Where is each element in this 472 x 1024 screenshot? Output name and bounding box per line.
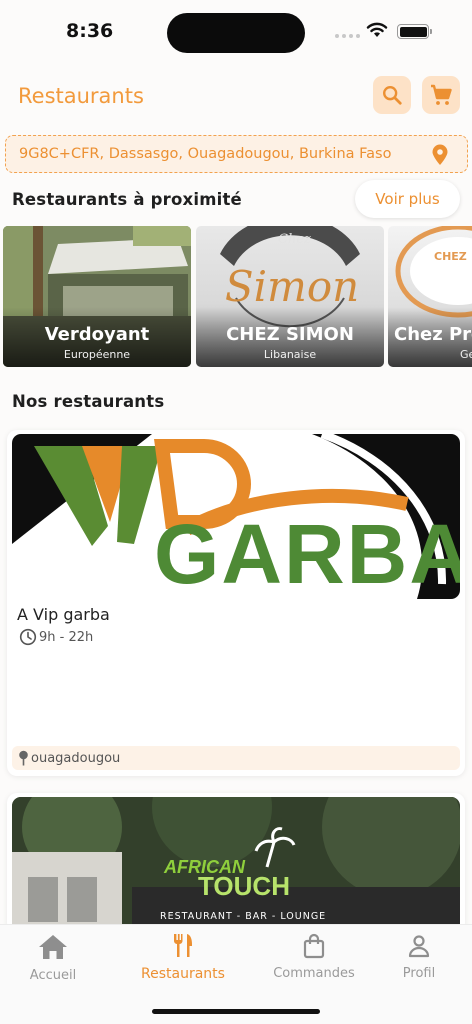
status-bar: 8:36 bbox=[0, 0, 472, 64]
african-touch-logo-b: TOUCH bbox=[198, 871, 290, 901]
nearby-card-cuisine: Ge bbox=[460, 348, 472, 361]
nearby-card[interactable]: Verdoyant Européenne bbox=[3, 226, 191, 367]
nearby-card-name: Chez Prés bbox=[394, 324, 472, 345]
nearby-section-title: Restaurants à proximité bbox=[12, 190, 242, 209]
restaurant-hours: 9h - 22h bbox=[19, 628, 93, 646]
tab-commandes[interactable]: Commandes bbox=[264, 933, 364, 981]
clock-icon bbox=[19, 628, 37, 646]
restaurant-banner: AFRICAN TOUCH RESTAURANT - BAR - LOUNGE bbox=[12, 797, 460, 933]
nearby-card[interactable]: CHEZ Chez Prés Ge bbox=[388, 226, 472, 367]
restaurant-card[interactable]: GARBA A Vip garba 9h - 22h ouagadougou bbox=[7, 430, 465, 776]
tab-label: Restaurants bbox=[141, 966, 225, 982]
cart-icon bbox=[431, 84, 452, 105]
location-address: 9G8C+CFR, Dassasgo, Ouagadougou, Burkina… bbox=[19, 146, 392, 162]
search-icon bbox=[383, 86, 402, 105]
tab-label: Profil bbox=[402, 966, 436, 981]
nearby-card-cuisine: Européenne bbox=[63, 348, 131, 361]
home-icon bbox=[39, 935, 67, 959]
restaurant-location: ouagadougou bbox=[12, 746, 460, 770]
see-more-button[interactable]: Voir plus bbox=[355, 180, 460, 218]
cellular-signal-icon bbox=[335, 34, 360, 38]
restaurant-city: ouagadougou bbox=[31, 750, 121, 766]
tab-label: Commandes bbox=[273, 966, 355, 981]
restaurant-banner: GARBA bbox=[12, 434, 460, 599]
african-touch-tagline: RESTAURANT - BAR - LOUNGE bbox=[160, 911, 327, 922]
map-pin-icon bbox=[432, 144, 448, 165]
restaurant-hours-text: 9h - 22h bbox=[39, 629, 94, 645]
map-pin-icon bbox=[19, 750, 28, 766]
nearby-carousel[interactable]: Verdoyant Européenne Chez Simon CHEZ SIM… bbox=[0, 226, 472, 368]
nearby-card-name: CHEZ SIMON bbox=[226, 324, 354, 345]
page-title: Restaurants bbox=[18, 84, 144, 108]
nearby-card[interactable]: Chez Simon CHEZ SIMON Libanaise bbox=[196, 226, 384, 367]
bag-icon bbox=[303, 933, 325, 959]
restaurant-name: A Vip garba bbox=[17, 605, 110, 624]
battery-icon bbox=[397, 24, 432, 39]
person-icon bbox=[408, 935, 430, 958]
simon-logo-text: Simon bbox=[224, 262, 360, 311]
restaurant-card[interactable]: AFRICAN TOUCH RESTAURANT - BAR - LOUNGE bbox=[7, 793, 465, 933]
chez-pres-logo-text: CHEZ bbox=[434, 250, 467, 263]
search-button[interactable] bbox=[373, 76, 411, 114]
tab-label: Accueil bbox=[29, 968, 77, 983]
location-selector[interactable]: 9G8C+CFR, Dassasgo, Ouagadougou, Burkina… bbox=[5, 135, 468, 173]
status-time: 8:36 bbox=[66, 20, 114, 42]
nearby-card-cuisine: Libanaise bbox=[263, 348, 317, 361]
wifi-icon bbox=[366, 22, 388, 37]
simon-logo-small: Chez bbox=[278, 232, 311, 247]
dynamic-island bbox=[167, 13, 305, 53]
cart-button[interactable] bbox=[422, 76, 460, 114]
tab-accueil[interactable]: Accueil bbox=[3, 933, 103, 983]
tab-profil[interactable]: Profil bbox=[369, 933, 469, 981]
our-restaurants-title: Nos restaurants bbox=[12, 392, 165, 411]
vip-garba-logo-text: GARBA bbox=[154, 507, 460, 599]
tab-restaurants[interactable]: Restaurants bbox=[133, 933, 233, 982]
utensils-icon bbox=[174, 934, 192, 957]
nearby-card-name: Verdoyant bbox=[44, 324, 150, 345]
home-indicator bbox=[152, 1009, 320, 1014]
